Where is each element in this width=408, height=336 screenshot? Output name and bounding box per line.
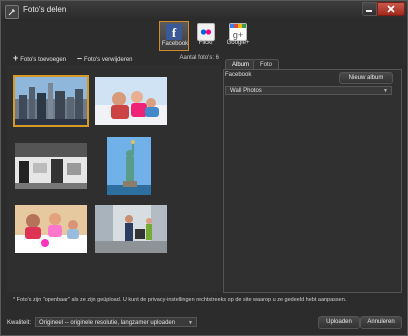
service-google-plus[interactable]: g+ Google+: [223, 21, 253, 51]
facebook-icon: f: [166, 24, 182, 40]
tab-bar: Album Foto: [223, 57, 402, 70]
quality-label: Kwaliteit:: [7, 320, 32, 326]
service-facebook[interactable]: f Facebook: [159, 21, 189, 51]
photo-thumbnail[interactable]: [15, 205, 87, 253]
close-button[interactable]: [377, 2, 405, 16]
svg-text:g+: g+: [233, 30, 243, 40]
privacy-footnote: * Foto's zijn "openbaar" als ze zijn geü…: [13, 297, 347, 303]
facebook-label: Facebook: [225, 72, 252, 78]
photo-toolbar: + Foto's toevoegen – Foto's verwijderen Aa…: [7, 53, 221, 65]
remove-photos-button[interactable]: – Foto's verwijderen: [77, 53, 133, 64]
google-plus-icon: g+: [229, 23, 247, 41]
service-selector: f Facebook Flickr g+ Google+: [1, 21, 407, 51]
plus-icon: +: [13, 53, 19, 63]
photo-count: Aantal foto's: 6: [179, 55, 219, 61]
upload-button[interactable]: Uploaden: [318, 316, 360, 329]
cancel-button[interactable]: Annuleren: [360, 316, 402, 329]
photo-thumbnail[interactable]: [13, 75, 89, 127]
photo-thumbnail[interactable]: [95, 77, 167, 125]
title-bar: Foto's delen: [1, 1, 407, 21]
add-photos-label: Foto's toevoegen: [20, 57, 67, 63]
minus-icon: –: [77, 53, 83, 63]
window-title: Foto's delen: [23, 5, 67, 14]
service-flickr[interactable]: Flickr: [191, 21, 221, 51]
photo-thumbnail[interactable]: [15, 143, 87, 189]
photo-thumbnail[interactable]: [95, 205, 167, 253]
chevron-down-icon: ▼: [383, 88, 388, 94]
bottom-bar: Kwaliteit: Origineel -- originele resolu…: [1, 313, 407, 335]
chevron-down-icon: ▼: [188, 320, 193, 326]
new-album-button[interactable]: Nieuw album: [339, 72, 393, 84]
quality-dropdown-value: Origineel -- originele resolutie, langza…: [39, 320, 176, 326]
quality-dropdown[interactable]: Origineel -- originele resolutie, langza…: [35, 317, 197, 327]
album-dropdown-value: Wall Photos: [230, 88, 262, 94]
photo-grid: [7, 65, 221, 292]
flickr-icon: [197, 23, 215, 41]
destination-panel: Album Foto Facebook Nieuw album Wall Pho…: [223, 57, 402, 293]
album-tab-content: Facebook Nieuw album Wall Photos ▼: [223, 69, 402, 293]
photo-thumbnail[interactable]: [107, 137, 151, 195]
share-photos-dialog: Foto's delen f Facebook Flickr g+ Google…: [0, 0, 408, 336]
app-icon: [5, 5, 19, 19]
service-label: Google+: [226, 40, 250, 46]
add-photos-button[interactable]: + Foto's toevoegen: [13, 53, 67, 64]
album-dropdown[interactable]: Wall Photos ▼: [225, 86, 392, 95]
remove-photos-label: Foto's verwijderen: [84, 57, 133, 63]
minimize-button[interactable]: [362, 2, 377, 16]
